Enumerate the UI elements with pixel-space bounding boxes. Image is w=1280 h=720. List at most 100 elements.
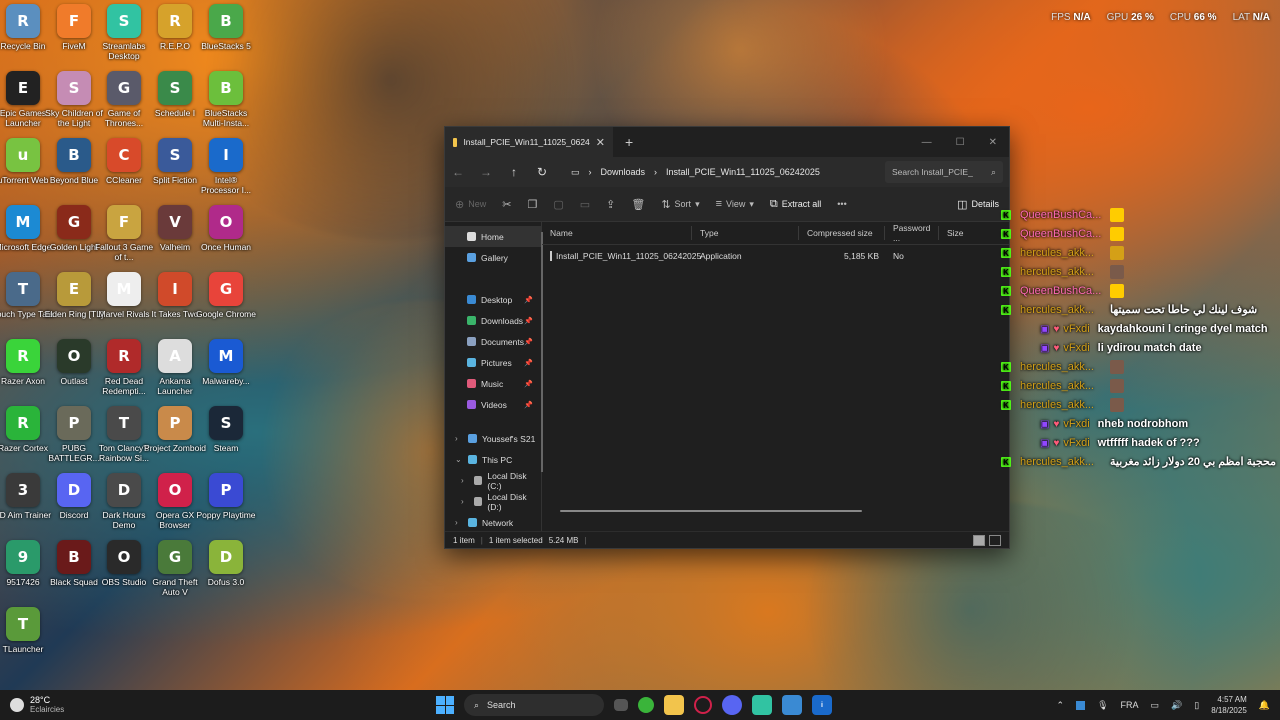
sidebar-item-documents[interactable]: Documents 📌	[445, 331, 541, 352]
share-button[interactable]: ⇪	[606, 198, 615, 211]
maximize-button[interactable]: ☐	[956, 137, 965, 148]
discord-taskbar-icon[interactable]	[722, 695, 742, 715]
sidebar-item-local-disk-c[interactable]: › Local Disk (C:)	[445, 470, 541, 491]
chevron-right-icon[interactable]: ›	[455, 434, 463, 443]
desktop-icon-bluestacks[interactable]: B BlueStacks 5	[195, 4, 257, 51]
chat-username[interactable]: hercules_akk...	[1020, 358, 1110, 377]
chat-message: ▣ ♥ vFxdi nheb nodrobhom	[1000, 415, 1276, 434]
tiles-view-icon[interactable]	[989, 534, 1001, 546]
weather-widget[interactable]: 28°C Eclaircies	[0, 695, 64, 715]
chat-username[interactable]: vFxdi	[1063, 415, 1089, 434]
sidebar-item-music[interactable]: Music 📌	[445, 373, 541, 394]
task-view-icon[interactable]	[614, 699, 628, 711]
desktop-icon-tlauncher[interactable]: T TLauncher	[0, 607, 54, 654]
chat-username[interactable]: QueenBushCa...	[1020, 206, 1110, 225]
battery-icon[interactable]: ▯	[1194, 700, 1199, 711]
details-view-icon[interactable]	[973, 534, 985, 546]
chat-username[interactable]: QueenBushCa...	[1020, 282, 1110, 301]
new-tab-button[interactable]: +	[625, 134, 633, 150]
sort-button[interactable]: ⇅ Sort ▾	[661, 198, 699, 211]
back-arrow-icon[interactable]: ←	[451, 165, 465, 179]
sidebar-item-home[interactable]: Home	[445, 226, 541, 247]
taskbar-search[interactable]: ⌕ Search	[464, 694, 604, 716]
chat-username[interactable]: vFxdi	[1063, 339, 1089, 358]
chevron-right-icon[interactable]: ›	[461, 497, 469, 506]
new-button[interactable]: ⊕ New	[455, 198, 486, 211]
close-window-button[interactable]: ✕	[989, 137, 997, 148]
desktop-icon-dofus[interactable]: D Dofus 3.0	[195, 540, 257, 587]
photos-taskbar-icon[interactable]	[782, 695, 802, 715]
sidebar-item-desktop[interactable]: Desktop 📌	[445, 289, 541, 310]
chevron-down-icon[interactable]: ⌄	[455, 455, 463, 464]
sidebar-item-network[interactable]: › Network	[445, 512, 541, 533]
tray-app-icon[interactable]	[1076, 700, 1086, 710]
cut-button[interactable]: ✂	[502, 198, 511, 211]
volume-icon[interactable]: 🔊	[1171, 700, 1182, 711]
delete-button[interactable]: 🗑	[631, 198, 645, 211]
opera-gx-taskbar-icon[interactable]	[694, 696, 712, 714]
selected-size: 5.24 MB	[548, 535, 579, 545]
chat-username[interactable]: hercules_akk...	[1020, 301, 1110, 320]
column-password[interactable]: Password ...	[885, 223, 939, 243]
more-options-button[interactable]: •••	[837, 199, 846, 209]
column-compressed-size[interactable]: Compressed size	[799, 226, 885, 240]
refresh-icon[interactable]: ↻	[535, 165, 549, 179]
chat-username[interactable]: hercules_akk...	[1020, 244, 1110, 263]
sidebar-item-videos[interactable]: Videos 📌	[445, 394, 541, 415]
view-button[interactable]: ≡ View ▾	[716, 198, 754, 210]
sidebar-item-gallery[interactable]: Gallery	[445, 247, 541, 268]
up-arrow-icon[interactable]: ↑	[507, 165, 521, 179]
chat-username[interactable]: vFxdi	[1063, 434, 1089, 453]
desktop-icon-bluestacks-multi[interactable]: B BlueStacks Multi-Insta...	[195, 71, 257, 128]
close-tab-icon[interactable]: ✕	[596, 136, 605, 149]
start-button[interactable]	[436, 696, 454, 714]
desktop-icon-malwarebytes[interactable]: M Malwareby...	[195, 339, 257, 386]
chevron-right-icon[interactable]: ›	[455, 518, 463, 527]
chat-username[interactable]: hercules_akk...	[1020, 377, 1110, 396]
breadcrumb-install-folder[interactable]: Install_PCIE_Win11_11025_06242025	[666, 167, 820, 177]
details-button[interactable]: ◫ Details	[957, 198, 999, 211]
breadcrumb[interactable]: ▭ › Downloads › Install_PCIE_Win11_11025…	[563, 161, 871, 183]
streamlabs-taskbar-icon[interactable]	[752, 695, 772, 715]
extract-all-button[interactable]: ⧉ Extract all	[770, 198, 821, 211]
intel-taskbar-icon[interactable]: i	[812, 695, 832, 715]
chevron-right-icon[interactable]: ›	[461, 476, 469, 485]
notification-bell-icon[interactable]: 🔔	[1259, 700, 1270, 711]
column-size[interactable]: Size	[939, 226, 979, 240]
app-green-icon[interactable]	[638, 697, 654, 713]
desktop-icon-steam[interactable]: S Steam	[195, 406, 257, 453]
language-indicator[interactable]: FRA	[1121, 700, 1139, 710]
desktop-icon-once-human[interactable]: O Once Human	[195, 205, 257, 252]
column-type[interactable]: Type	[692, 226, 799, 240]
desktop-icon-intel[interactable]: I Intel® Processor I...	[195, 138, 257, 195]
column-name[interactable]: Name	[542, 226, 692, 240]
tab-install-folder[interactable]: Install_PCIE_Win11_11025_0624 ✕	[445, 127, 613, 157]
file-explorer-icon[interactable]	[664, 695, 684, 715]
network-icon[interactable]: ▭	[1151, 700, 1160, 711]
breadcrumb-downloads[interactable]: Downloads	[601, 167, 646, 177]
chevron-up-icon[interactable]: ⌃	[1057, 700, 1065, 711]
search-input[interactable]: Search Install_PCIE_ ⌕	[885, 161, 1003, 183]
desktop-icon-poppy[interactable]: P Poppy Playtime	[195, 473, 257, 520]
minimize-button[interactable]: —	[922, 137, 932, 148]
chat-username[interactable]: hercules_akk...	[1020, 453, 1110, 472]
chat-username[interactable]: vFxdi	[1063, 320, 1089, 339]
rename-button[interactable]: ▭	[580, 198, 590, 211]
chat-username[interactable]: hercules_akk...	[1020, 263, 1110, 282]
horizontal-scrollbar[interactable]	[560, 510, 862, 512]
sidebar-item-this-pc[interactable]: ⌄ This PC	[445, 449, 541, 470]
sidebar-item-pictures[interactable]: Pictures 📌	[445, 352, 541, 373]
sidebar-item-local-disk-d[interactable]: › Local Disk (D:)	[445, 491, 541, 512]
paste-button[interactable]: ▢	[553, 198, 563, 211]
chat-username[interactable]: hercules_akk...	[1020, 396, 1110, 415]
chat-username[interactable]: QueenBushCa...	[1020, 225, 1110, 244]
desktop-icon-chrome[interactable]: G Google Chrome	[195, 272, 257, 319]
copy-button[interactable]: ❐	[527, 198, 537, 211]
microphone-icon[interactable]: 🎙	[1097, 700, 1108, 711]
sidebar-item-downloads[interactable]: Downloads 📌	[445, 310, 541, 331]
forward-arrow-icon[interactable]: →	[479, 165, 493, 179]
clock[interactable]: 4:57 AM 8/18/2025	[1211, 694, 1247, 716]
table-row[interactable]: Install_PCIE_Win11_11025_06242025 Applic…	[542, 247, 1009, 265]
sidebar-item-label: Local Disk (D:)	[487, 491, 527, 512]
sidebar-item-youssef-s-s21[interactable]: › Youssef's S21	[445, 428, 541, 449]
